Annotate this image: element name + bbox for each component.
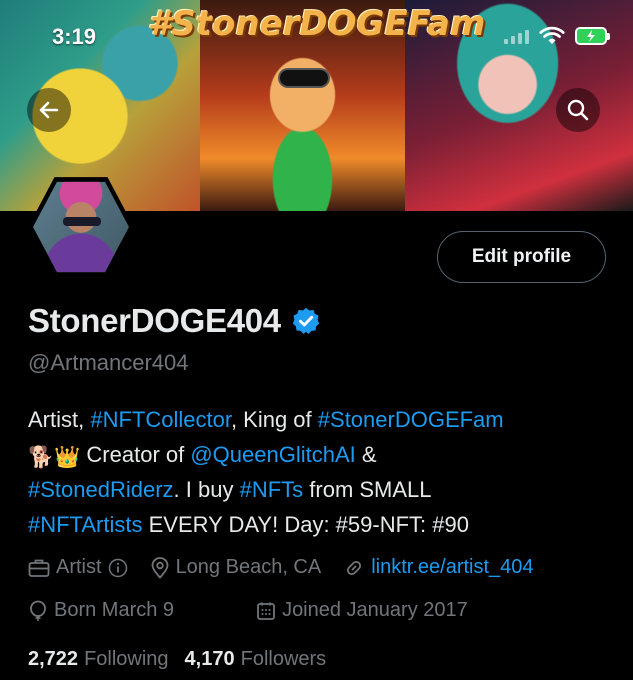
bio-text: Creator of: [80, 442, 191, 467]
birthday-item: Born March 9: [28, 599, 235, 622]
followers-count: 4,170: [184, 648, 235, 670]
bio-line-4: #NFTArtists EVERY DAY! Day: #59-NFT: #90: [28, 507, 618, 542]
status-time: 3:19: [52, 24, 97, 49]
followers-link[interactable]: 4,170 Followers: [185, 648, 327, 671]
bio-line-3: #StonedRiderz. I buy #NFTs from SMALL: [28, 472, 618, 507]
hashtag-link-nftartists[interactable]: #NFTArtists: [28, 512, 142, 537]
bio-text: Artist,: [28, 407, 91, 432]
search-button[interactable]: [556, 88, 600, 132]
following-link[interactable]: 2,722 Following: [28, 648, 169, 671]
profile-meta-row-2: Born March 9 Joined January 2017: [28, 599, 490, 622]
redacted-year: [186, 600, 235, 621]
followers-label: Followers: [240, 648, 327, 670]
bio-line-2: 🐕👑 Creator of @QueenGlitchAI &: [28, 437, 618, 472]
bio-text: &: [355, 442, 377, 467]
location-item: Long Beach, CA: [150, 556, 322, 579]
bio-text: from SMALL: [303, 477, 432, 502]
display-name-row: StonerDOGE404: [28, 302, 321, 340]
back-arrow-icon: [39, 101, 59, 119]
search-icon: [567, 99, 589, 121]
website-item[interactable]: linktr.ee/artist_404: [343, 556, 534, 579]
user-handle: @Artmancer404: [28, 350, 189, 375]
bio-text: . I buy: [173, 477, 240, 502]
back-button[interactable]: [27, 88, 71, 132]
wifi-icon: [539, 26, 565, 44]
link-icon: [347, 560, 362, 575]
hashtag-link-nftcollector[interactable]: #NFTCollector: [90, 407, 231, 432]
following-count: 2,722: [28, 648, 79, 670]
avatar-image: [33, 181, 129, 273]
profile-meta-row: Artist Long Beach, CA linktr.ee/artist_4…: [28, 556, 556, 579]
verified-badge-icon[interactable]: [291, 306, 321, 336]
info-icon[interactable]: [108, 558, 128, 578]
display-name: StonerDOGE404: [28, 302, 281, 339]
category-label: Artist: [56, 556, 102, 578]
follow-stats: 2,722 Following 4,170 Followers: [28, 648, 342, 671]
status-icons: [504, 26, 610, 46]
following-label: Following: [84, 648, 169, 670]
website-link[interactable]: linktr.ee/artist_404: [371, 556, 533, 579]
dog-crown-emoji: 🐕👑: [28, 446, 81, 469]
hashtag-link-stonedriderz[interactable]: #StonedRiderz: [28, 477, 174, 502]
profile-bio: Artist, #NFTCollector, King of #StonerDO…: [28, 402, 618, 542]
balloon-icon: [30, 600, 46, 621]
mention-link-queenglitchai[interactable]: @QueenGlitchAI: [190, 442, 355, 467]
bio-line-1: Artist, #NFTCollector, King of #StonerDO…: [28, 402, 618, 437]
location-pin-icon: [151, 556, 168, 579]
category-item[interactable]: Artist: [28, 556, 128, 579]
hashtag-link-nfts[interactable]: #NFTs: [240, 477, 304, 502]
bio-text: , King of: [230, 407, 318, 432]
edit-profile-button[interactable]: Edit profile: [437, 231, 606, 283]
signal-icon: [504, 28, 529, 44]
battery-icon: [575, 27, 610, 45]
joined-item: Joined January 2017: [256, 599, 468, 622]
banner-sunglasses: [280, 70, 328, 86]
location-label: Long Beach, CA: [175, 556, 322, 578]
briefcase-icon: [28, 559, 50, 577]
birthday-label: Born March 9: [54, 599, 175, 621]
hashtag-link-stonerdogefam[interactable]: #StonerDOGEFam: [318, 407, 504, 432]
calendar-icon: [257, 602, 275, 620]
joined-label: Joined January 2017: [282, 599, 468, 621]
bio-text: EVERY DAY! Day: #59-NFT: #90: [142, 512, 469, 537]
